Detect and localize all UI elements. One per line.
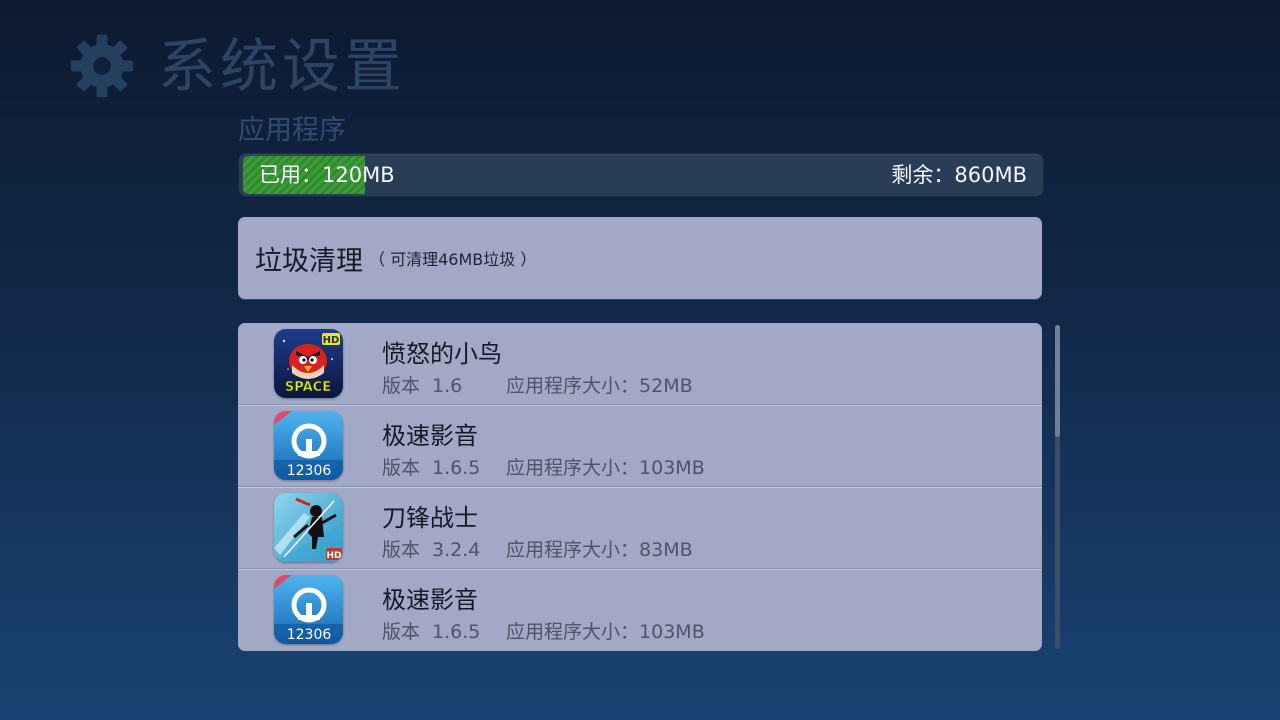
size-label: 应用程序大小： bbox=[506, 457, 640, 479]
hd-badge-text: HD bbox=[323, 335, 340, 346]
app-name: 极速影音 bbox=[382, 422, 478, 450]
storage-usage-bar: 已用：120MB 剩余：860MB bbox=[238, 153, 1044, 197]
gear-icon bbox=[70, 34, 134, 98]
header: 系统设置 bbox=[68, 30, 406, 102]
icon-label-text: 12306 bbox=[287, 627, 332, 643]
junk-cleanup-button[interactable]: 垃圾清理 （ 可清理46MB垃圾 ） bbox=[238, 217, 1042, 299]
hd-badge-text: HD bbox=[326, 551, 341, 561]
app-name: 愤怒的小鸟 bbox=[382, 340, 502, 368]
size-label: 应用程序大小： bbox=[506, 621, 640, 643]
app-size: 103MB bbox=[639, 457, 705, 479]
railway-12306-icon: 12306 bbox=[274, 411, 343, 480]
version-label: 版本 bbox=[382, 457, 421, 479]
version-label: 版本 bbox=[382, 539, 421, 561]
angry-birds-space-icon: HD SPACE bbox=[274, 329, 343, 398]
icon-label-text: 12306 bbox=[287, 463, 332, 479]
storage-free-label: 剩余：860MB bbox=[891, 163, 1027, 187]
app-meta: 版本 3.2.4 应用程序大小：83MB bbox=[382, 535, 693, 562]
app-name: 极速影音 bbox=[382, 586, 478, 614]
app-list-item[interactable]: 12306 极速影音 版本 1.6.5 应用程序大小：103MB bbox=[238, 405, 1042, 487]
app-meta: 版本 1.6.5 应用程序大小：103MB bbox=[382, 453, 705, 480]
storage-used-label: 已用：120MB bbox=[259, 163, 395, 187]
app-version: 1.6.5 bbox=[432, 621, 481, 643]
app-version: 1.6 bbox=[432, 375, 463, 397]
app-list: HD SPACE 愤怒的小鸟 版本 1.6 应用程序大小：52MB 12306 极速… bbox=[238, 323, 1042, 651]
app-meta: 版本 1.6.5 应用程序大小：103MB bbox=[382, 617, 705, 644]
app-size: 83MB bbox=[639, 539, 693, 561]
size-label: 应用程序大小： bbox=[506, 539, 640, 561]
app-list-item[interactable]: 12306 极速影音 版本 1.6.5 应用程序大小：103MB bbox=[238, 569, 1042, 650]
page-title: 系统设置 bbox=[158, 32, 407, 100]
size-label: 应用程序大小： bbox=[506, 375, 640, 397]
app-version: 1.6.5 bbox=[432, 457, 481, 479]
app-name: 刀锋战士 bbox=[382, 504, 478, 532]
app-list-scrollbar[interactable] bbox=[1055, 325, 1060, 649]
app-size: 103MB bbox=[639, 621, 705, 643]
app-list-item[interactable]: HD SPACE 愤怒的小鸟 版本 1.6 应用程序大小：52MB bbox=[238, 323, 1042, 405]
section-title: 应用程序 bbox=[238, 115, 346, 146]
junk-cleanup-title: 垃圾清理 bbox=[255, 245, 363, 277]
version-label: 版本 bbox=[382, 375, 421, 397]
app-meta: 版本 1.6 应用程序大小：52MB bbox=[382, 371, 693, 398]
app-version: 3.2.4 bbox=[432, 539, 481, 561]
railway-12306-icon: 12306 bbox=[274, 575, 343, 644]
app-list-item[interactable]: HD 刀锋战士 版本 3.2.4 应用程序大小：83MB bbox=[238, 487, 1042, 569]
blade-warrior-icon: HD bbox=[274, 493, 343, 562]
space-badge-text: SPACE bbox=[285, 380, 331, 395]
scrollbar-thumb[interactable] bbox=[1055, 325, 1060, 437]
app-size: 52MB bbox=[639, 375, 693, 397]
version-label: 版本 bbox=[382, 621, 421, 643]
junk-cleanup-hint: （ 可清理46MB垃圾 ） bbox=[369, 250, 537, 269]
